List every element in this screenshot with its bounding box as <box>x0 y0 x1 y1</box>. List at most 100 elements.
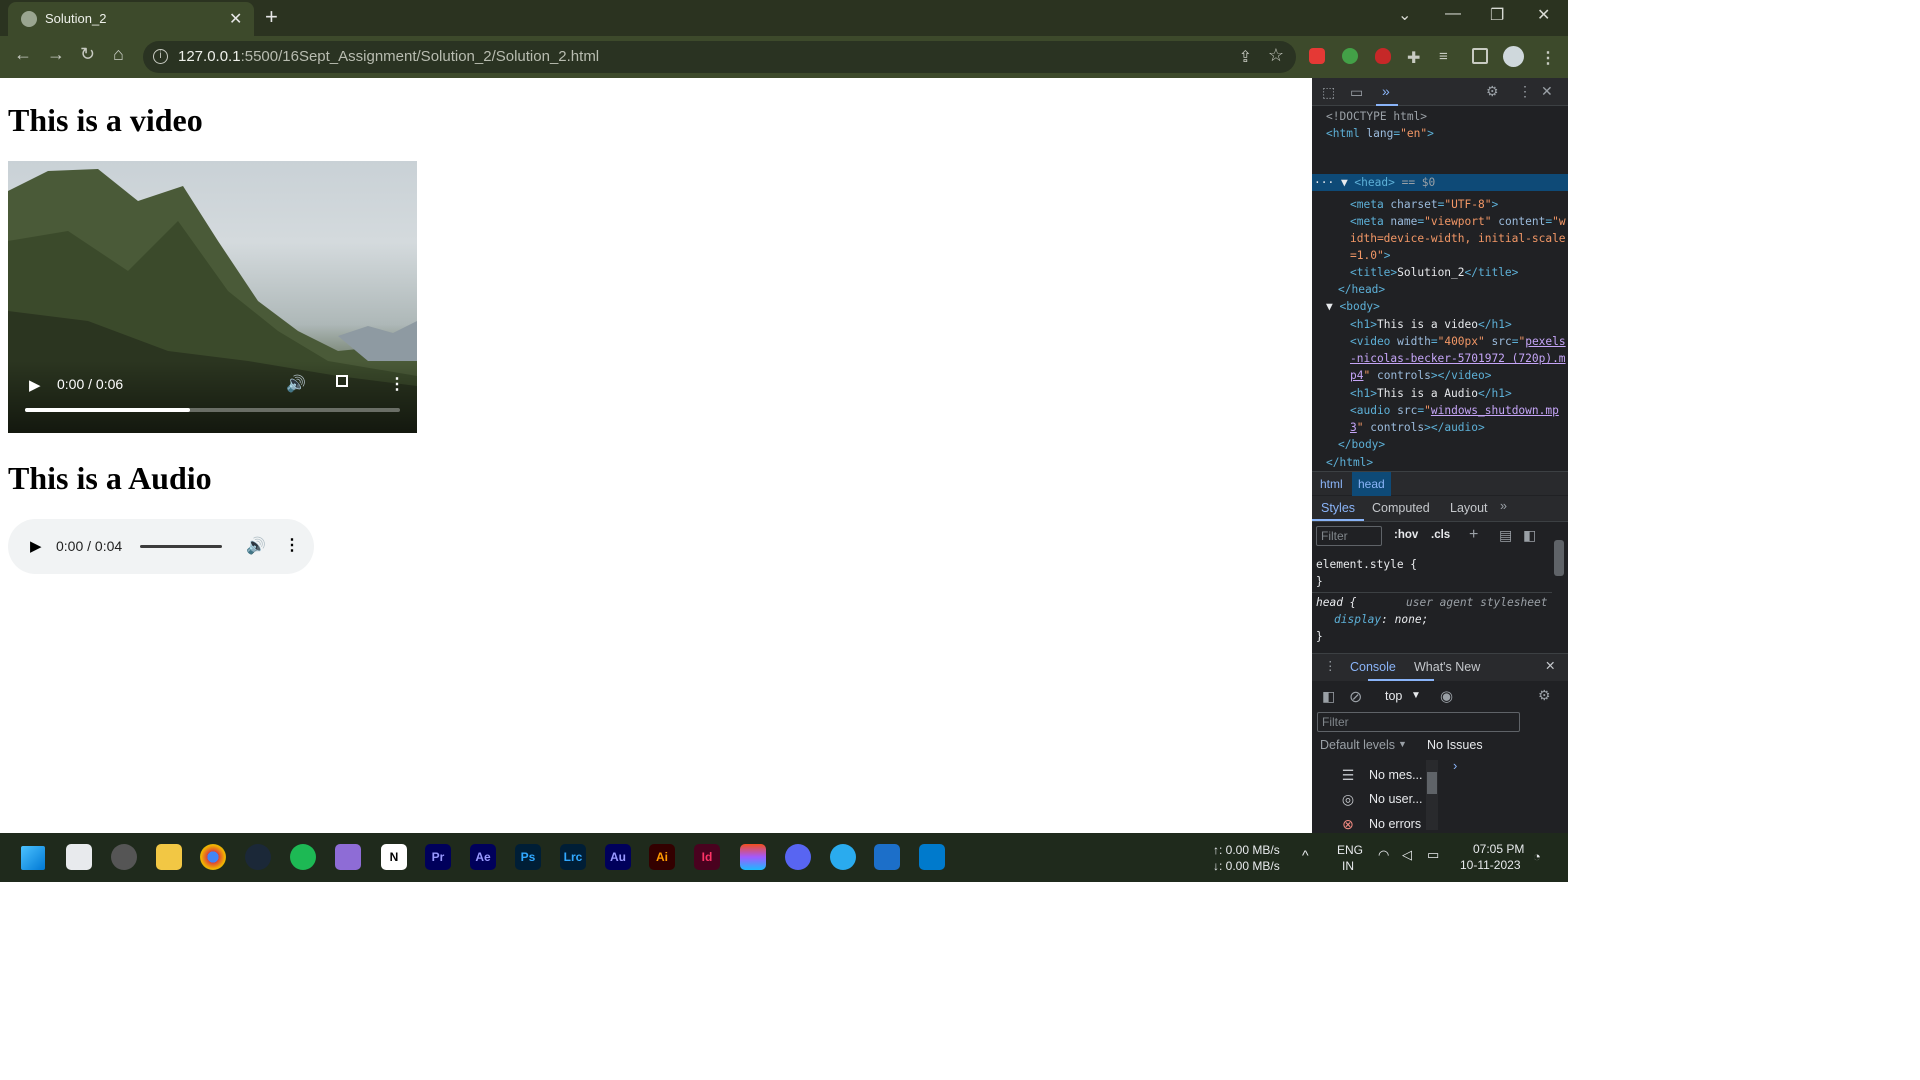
chrome-menu-icon[interactable]: ⋮ <box>1540 48 1556 67</box>
tab-computed[interactable]: Computed <box>1372 501 1430 515</box>
share-icon[interactable]: ⇪ <box>1239 47 1252 67</box>
audio-progress-bar[interactable] <box>140 545 222 548</box>
tree-line-audio[interactable]: <audio src="windows_shutdown.mp <box>1350 402 1559 419</box>
video-menu-icon[interactable]: ⋮ <box>389 374 405 394</box>
steam-icon[interactable] <box>245 844 271 870</box>
clock-time[interactable]: 07:05 PM <box>1473 842 1524 856</box>
console-sidebar-icon[interactable]: ◧ <box>1322 688 1335 705</box>
telegram-icon[interactable] <box>830 844 856 870</box>
new-rule-icon[interactable]: + <box>1469 526 1478 544</box>
figma-icon[interactable] <box>740 844 766 870</box>
devtools-close-icon[interactable]: ✕ <box>1541 83 1553 100</box>
indesign-icon[interactable]: Id <box>694 844 720 870</box>
vscode-icon[interactable] <box>919 844 945 870</box>
audio-play-icon[interactable]: ▶ <box>30 537 42 555</box>
tree-line-body[interactable]: ▼ <body> <box>1326 298 1380 315</box>
speaker-icon[interactable]: ◁ <box>1402 847 1412 863</box>
unity-icon[interactable] <box>111 844 137 870</box>
drawer-menu-icon[interactable]: ⋮ <box>1324 658 1337 673</box>
audio-volume-icon[interactable]: 🔊 <box>246 536 266 556</box>
video-volume-icon[interactable]: 🔊 <box>286 374 306 394</box>
battery-icon[interactable]: ▭ <box>1427 847 1439 863</box>
tree-line-video[interactable]: <video width="400px" src="pexels <box>1350 333 1566 350</box>
more-tabs-icon[interactable]: » <box>1500 499 1507 513</box>
tree-line-head-close[interactable]: </head> <box>1338 281 1385 298</box>
obsidian-icon[interactable] <box>335 844 361 870</box>
styles-scrollbar[interactable] <box>1552 524 1566 648</box>
context-selector[interactable]: top <box>1385 689 1402 703</box>
console-settings-icon[interactable]: ⚙ <box>1538 687 1551 704</box>
audition-icon[interactable]: Au <box>605 844 631 870</box>
issues-indicator[interactable]: No Issues <box>1427 738 1483 752</box>
clear-console-icon[interactable]: ⊘ <box>1349 687 1362 707</box>
tree-line-doctype[interactable]: <!DOCTYPE html> <box>1326 108 1427 125</box>
rule-element-style[interactable]: element.style { <box>1316 556 1417 573</box>
tab-search-icon[interactable]: ⌄ <box>1398 5 1411 25</box>
devtools-settings-icon[interactable]: ⚙ <box>1486 83 1499 100</box>
chevron-up-icon[interactable]: ^ <box>1302 847 1309 863</box>
default-levels-dropdown[interactable]: Default levels <box>1320 738 1395 752</box>
info-icon[interactable]: i <box>153 49 168 64</box>
playlist-icon[interactable]: ≡ <box>1439 48 1455 65</box>
tab-styles[interactable]: Styles <box>1321 501 1355 515</box>
store-icon[interactable] <box>66 844 92 870</box>
restore-button[interactable]: ❐ <box>1490 5 1504 25</box>
new-tab-button[interactable]: + <box>265 4 278 30</box>
forward-icon[interactable]: → <box>47 44 65 65</box>
puzzle-extensions-icon[interactable]: ✚ <box>1407 48 1423 67</box>
opera-extension-icon[interactable] <box>1309 48 1325 64</box>
styles-filter-input[interactable]: Filter <box>1316 526 1382 546</box>
levels-dropdown-icon[interactable]: ▼ <box>1398 739 1407 749</box>
premiere-icon[interactable]: Pr <box>425 844 451 870</box>
start-icon[interactable] <box>21 846 45 870</box>
tree-line-body-close[interactable]: </body> <box>1338 436 1385 453</box>
paint-icon[interactable]: ▤ <box>1499 527 1512 544</box>
language-indicator[interactable]: ENG <box>1337 843 1363 857</box>
video-progress-bar[interactable] <box>25 408 400 412</box>
after-effects-icon[interactable]: Ae <box>470 844 496 870</box>
tab-layout[interactable]: Layout <box>1450 501 1488 515</box>
illustrator-icon[interactable]: Ai <box>649 844 675 870</box>
browser-tab[interactable]: Solution_2 ✕ <box>8 2 254 36</box>
home-icon[interactable]: ⌂ <box>113 44 124 65</box>
video-player[interactable]: ▶ 0:00 / 0:06 🔊 ⋮ <box>8 161 417 433</box>
audio-menu-icon[interactable]: ⋮ <box>284 535 300 555</box>
rule-head-selector[interactable]: head { <box>1316 594 1356 611</box>
address-bar[interactable]: i 127.0.0.1:5500/16Sept_Assignment/Solut… <box>143 41 1296 73</box>
lightroom-classic-icon[interactable]: Lrc <box>560 844 586 870</box>
more-panels-icon[interactable]: » <box>1382 83 1390 99</box>
drawer-close-icon[interactable]: ✕ <box>1545 658 1555 673</box>
audio-player[interactable]: ▶ 0:00 / 0:04 🔊 ⋮ <box>8 519 314 574</box>
side-panel-icon[interactable] <box>1472 48 1488 64</box>
back-icon[interactable]: ← <box>14 44 32 65</box>
context-dropdown-icon[interactable]: ▼ <box>1411 690 1421 701</box>
file-explorer-icon[interactable] <box>156 844 182 870</box>
tree-line-html[interactable]: <html lang="en"> <box>1326 125 1434 142</box>
tree-line-html-close[interactable]: </html> <box>1326 454 1373 471</box>
tree-line-head[interactable]: ··· ▼ <head> == $0 <box>1314 174 1435 191</box>
close-tab-icon[interactable]: ✕ <box>229 9 242 29</box>
tab-console[interactable]: Console <box>1350 660 1396 674</box>
styles-scrollbar-thumb[interactable] <box>1554 540 1564 576</box>
breadcrumb-html[interactable]: html <box>1320 477 1343 491</box>
live-expression-eye-icon[interactable]: ◉ <box>1440 687 1453 705</box>
hov-toggle[interactable]: :hov <box>1394 529 1418 541</box>
chrome-icon[interactable] <box>200 844 226 870</box>
tree-line-h1-audio[interactable]: <h1>This is a Audio</h1> <box>1350 385 1512 402</box>
tree-line-title[interactable]: <title>Solution_2</title> <box>1350 264 1518 281</box>
tab-whats-new[interactable]: What's New <box>1414 660 1480 674</box>
tree-line-meta-viewport[interactable]: <meta name="viewport" content="w <box>1350 213 1566 230</box>
notion-icon[interactable]: N <box>381 844 407 870</box>
shield-extension-icon[interactable] <box>1375 48 1391 64</box>
close-window-button[interactable]: ✕ <box>1537 5 1550 25</box>
sidebar-scrollbar-thumb[interactable] <box>1427 772 1437 794</box>
photoshop-icon[interactable]: Ps <box>515 844 541 870</box>
device-toolbar-icon[interactable]: ▭ <box>1350 84 1363 101</box>
bookmark-star-icon[interactable]: ☆ <box>1268 45 1284 66</box>
region-indicator[interactable]: IN <box>1342 859 1354 873</box>
spotify-icon[interactable] <box>290 844 316 870</box>
breadcrumb-head[interactable]: head <box>1352 472 1391 496</box>
toggle-sidebar-icon[interactable]: ◧ <box>1523 527 1536 544</box>
clock-date[interactable]: 10-11-2023 <box>1460 858 1521 872</box>
minimize-button[interactable]: — <box>1445 5 1461 23</box>
